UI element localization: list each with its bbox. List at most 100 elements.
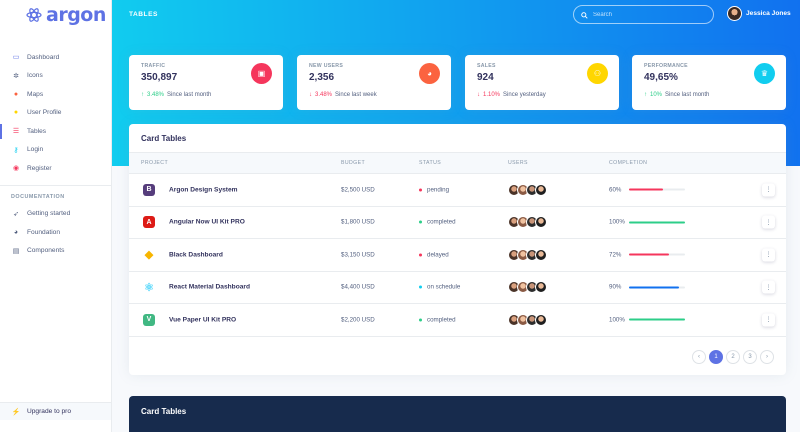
column-header-status[interactable]: STATUS [419, 160, 441, 166]
table-row: B Argon Design System $2,500 USD pending… [129, 174, 786, 207]
sidebar-item-foundation[interactable]: ◕ Foundation [0, 223, 111, 242]
project-name[interactable]: React Material Dashboard [169, 284, 250, 291]
angular-icon: A [143, 216, 155, 229]
bootstrap-icon: B [143, 183, 155, 196]
sidebar-item-tables[interactable]: ☰ Tables [0, 122, 111, 141]
column-header-users[interactable]: USERS [508, 160, 528, 166]
status-badge: completed [419, 219, 456, 226]
stat-delta: 3.48% [147, 92, 165, 98]
status-dot-icon [419, 220, 422, 224]
stat-note: Since last month [665, 92, 710, 98]
budget-value: $4,400 USD [341, 283, 375, 291]
search-box[interactable] [573, 5, 714, 24]
arrow-up-icon: ↑ [141, 92, 144, 98]
card-tables-dark: Card Tables [129, 396, 786, 432]
pagination-page-3[interactable]: 3 [743, 350, 757, 364]
sidebar-item-components[interactable]: ▤ Components [0, 242, 111, 261]
status-text: completed [427, 316, 456, 324]
status-badge: on schedule [419, 284, 460, 291]
avatar[interactable] [535, 281, 547, 294]
spaceship-icon: ⚡ [11, 408, 21, 416]
table-row: ⚛ React Material Dashboard $4,400 USD on… [129, 272, 786, 304]
budget-value: $2,500 USD [341, 186, 375, 194]
avatar[interactable] [535, 183, 547, 196]
stat-delta: 1.10% [483, 92, 501, 98]
project-name[interactable]: Black Dashboard [169, 251, 223, 258]
page-title[interactable]: TABLES [129, 11, 158, 18]
completion: 90% [609, 284, 685, 291]
completion-percent: 100% [609, 316, 625, 324]
status-text: pending [427, 186, 450, 194]
sidebar-item-label: User Profile [27, 109, 62, 117]
trophy-icon: ♛ [754, 63, 775, 84]
search-input[interactable] [593, 11, 703, 18]
column-header-completion[interactable]: COMPLETION [609, 160, 647, 166]
sketch-icon: ◆ [144, 249, 154, 262]
avatar-group [508, 183, 547, 196]
completion: 100% [609, 316, 685, 323]
sidebar-item-label: Login [27, 146, 44, 154]
progress-fill [629, 286, 680, 289]
sidebar-item-label: Getting started [27, 210, 71, 218]
sidebar-item-register[interactable]: ◉ Register [0, 159, 111, 178]
tv-icon: ▭ [12, 54, 20, 62]
sidebar-item-icons[interactable]: ✲ Icons [0, 67, 111, 86]
avatar[interactable] [535, 313, 547, 326]
column-header-budget[interactable]: BUDGET [341, 160, 365, 166]
avatar[interactable] [535, 248, 547, 261]
sidebar-item-label: Foundation [27, 228, 60, 236]
project-name[interactable]: Angular Now UI Kit PRO [169, 219, 245, 226]
pagination-prev-button[interactable]: ‹ [692, 350, 706, 364]
column-header-project[interactable]: PROJECT [141, 160, 168, 166]
sidebar-item-login[interactable]: ⚷ Login [0, 141, 111, 160]
more-options-button[interactable]: ⋮ [762, 183, 775, 197]
stat-note: Since yesterday [503, 92, 546, 98]
section-label-documentation: DOCUMENTATION [11, 193, 65, 200]
progress-bar [629, 286, 685, 289]
completion: 72% [609, 251, 685, 258]
progress-fill [629, 188, 663, 191]
project-name[interactable]: Argon Design System [169, 186, 238, 193]
pin-icon: ● [13, 90, 19, 98]
progress-fill [629, 253, 670, 256]
stat-card-performance: PERFORMANCE 49,65% ↑ 10% Since last mont… [632, 55, 786, 110]
brand-name: argon [46, 4, 106, 26]
status-dot-icon [419, 318, 422, 322]
upgrade-button[interactable]: ⚡ Upgrade to pro [0, 402, 111, 420]
more-options-button[interactable]: ⋮ [762, 280, 775, 294]
completion: 60% [609, 186, 685, 193]
stat-card-new-users: NEW USERS 2,356 ↓ 3.48% Since last week … [297, 55, 451, 110]
stat-card-traffic: TRAFFIC 350,897 ↑ 3.48% Since last month… [129, 55, 283, 110]
user-menu[interactable]: Jessica Jones [727, 6, 791, 21]
pagination-page-2[interactable]: 2 [726, 350, 740, 364]
sidebar-item-maps[interactable]: ● Maps [0, 85, 111, 104]
pagination-next-button[interactable]: › [760, 350, 774, 364]
more-options-button[interactable]: ⋮ [762, 248, 775, 262]
progress-fill [629, 221, 685, 224]
status-dot-icon [419, 285, 422, 289]
sidebar-item-user-profile[interactable]: ● User Profile [0, 104, 111, 123]
table-row: V Vue Paper UI Kit PRO $2,200 USD comple… [129, 304, 786, 337]
pagination-page-1[interactable]: 1 [709, 350, 723, 364]
budget-value: $3,150 USD [341, 251, 375, 259]
more-options-button[interactable]: ⋮ [762, 313, 775, 327]
avatar-group [508, 281, 547, 294]
sidebar-item-dashboard[interactable]: ▭ Dashboard [0, 48, 111, 67]
react-icon: ⚛ [144, 281, 154, 294]
arrow-down-icon: ↓ [309, 92, 312, 98]
avatar[interactable] [535, 216, 547, 229]
more-options-button[interactable]: ⋮ [762, 215, 775, 229]
project-name[interactable]: Vue Paper UI Kit PRO [169, 316, 236, 323]
budget-value: $2,200 USD [341, 316, 375, 324]
progress-bar [629, 318, 685, 321]
table-row: ◆ Black Dashboard $3,150 USD delayed 72%… [129, 239, 786, 272]
status-badge: pending [419, 186, 449, 193]
sidebar-item-label: Register [27, 164, 52, 172]
sidebar-divider [0, 184, 111, 186]
brand-logo[interactable]: argon [0, 0, 111, 30]
status-badge: delayed [419, 251, 449, 258]
palette-icon: ◕ [13, 228, 19, 236]
table-header: PROJECT BUDGET STATUS USERS COMPLETION [129, 153, 786, 174]
stat-card-sales: SALES 924 ↓ 1.10% Since yesterday ⚇ [465, 55, 619, 110]
sidebar-item-getting-started[interactable]: ➶ Getting started [0, 205, 111, 224]
